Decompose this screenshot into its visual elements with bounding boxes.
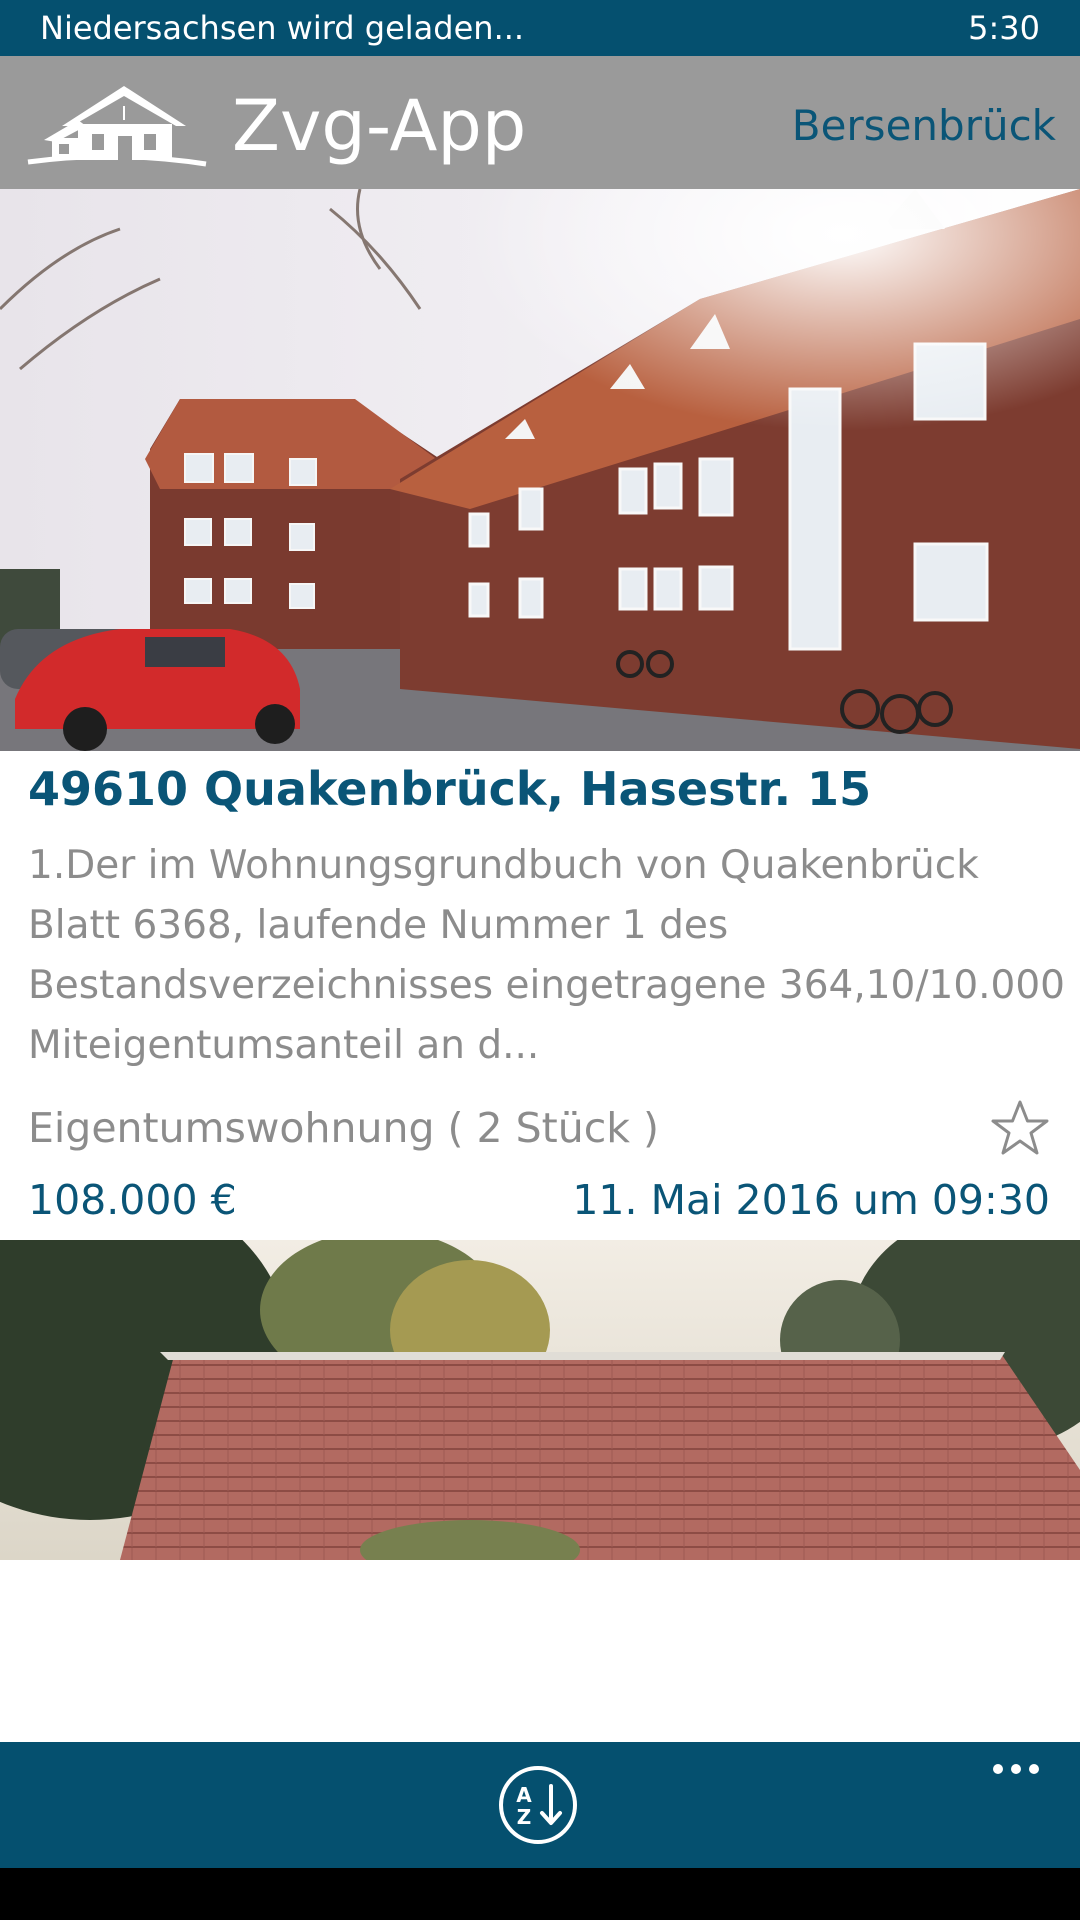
listing-title[interactable]: 49610 Quakenbrück, Hasestr. 15 <box>28 758 1058 820</box>
app-title: Zvg-App <box>232 85 527 167</box>
house-logo-icon <box>27 86 207 167</box>
app-bar: A Z <box>0 1742 1080 1868</box>
listing-price: 108.000 € <box>28 1176 237 1224</box>
listing-description: 1.Der im Wohnungsgrundbuch von Quakenbrü… <box>28 836 1065 1076</box>
app-root: Niedersachsen wird geladen... 5:30 Zvg-A… <box>0 0 1080 1920</box>
more-dots-icon[interactable] <box>990 1756 1042 1782</box>
listing-description-line: 1.Der im Wohnungsgrundbuch von Quakenbrü… <box>28 843 979 888</box>
sort-az-icon[interactable]: A Z <box>497 1764 579 1846</box>
listing-date: 11. Mai 2016 um 09:30 <box>572 1176 1050 1224</box>
listing-description-line: Blatt 6368, laufende Nummer 1 des <box>28 903 729 948</box>
status-message: Niedersachsen wird geladen... <box>40 9 525 47</box>
status-bar: Niedersachsen wird geladen... 5:30 <box>0 0 1080 56</box>
listing-type: Eigentumswohnung ( 2 Stück ) <box>28 1104 660 1152</box>
svg-text:Z: Z <box>517 1805 532 1829</box>
listing-photo[interactable] <box>0 1240 1080 1560</box>
svg-text:A: A <box>516 1783 532 1807</box>
listing-photo[interactable] <box>0 189 1080 751</box>
listing-description-line: Bestandsverzeichnisses eingetragene 364,… <box>28 963 1065 1008</box>
status-time: 5:30 <box>968 9 1040 47</box>
system-nav-strip <box>0 1868 1080 1920</box>
app-header: Zvg-App Bersenbrück <box>0 56 1080 189</box>
listing-description-line: Miteigentumsanteil an d... <box>28 1023 540 1068</box>
star-outline-icon[interactable] <box>988 1098 1052 1158</box>
location-link[interactable]: Bersenbrück <box>792 98 1056 154</box>
